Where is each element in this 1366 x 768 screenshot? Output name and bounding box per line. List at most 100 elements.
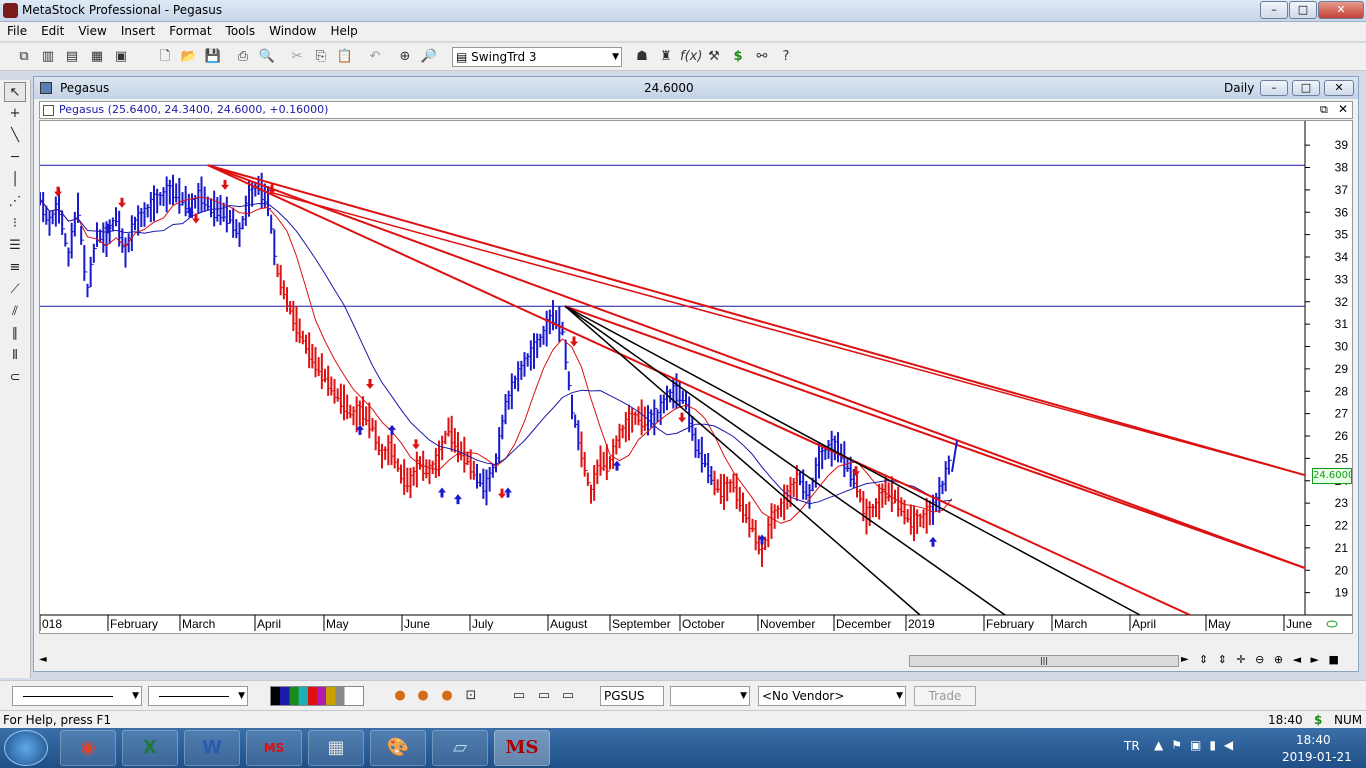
buy-signal-arrow bbox=[388, 424, 396, 435]
circle-icon-1[interactable]: ● bbox=[390, 686, 410, 706]
metastock-icon[interactable]: MS bbox=[494, 730, 550, 766]
horizontal-line-tool-icon[interactable]: ─ bbox=[4, 148, 26, 168]
binoculars-icon[interactable]: ⚯ bbox=[752, 47, 772, 67]
scroll-right-icon[interactable]: ► bbox=[1181, 654, 1189, 665]
gann-tool-icon[interactable]: ⟋ bbox=[4, 280, 26, 300]
indicator-builder-icon[interactable]: f(x) bbox=[680, 47, 702, 67]
scroll-left-icon[interactable]: ◄ bbox=[39, 654, 47, 665]
x-tick-label: June bbox=[404, 617, 430, 631]
menu-file[interactable]: File bbox=[0, 22, 34, 40]
status-dollar: $ bbox=[1314, 713, 1323, 727]
arc-tool-icon[interactable]: ⊂ bbox=[4, 368, 26, 388]
app-icon bbox=[3, 3, 18, 18]
fibonacci-tool-icon[interactable]: ⁝ bbox=[4, 214, 26, 234]
channel-tool-icon[interactable]: ⋰ bbox=[4, 192, 26, 212]
chart-minimize-button[interactable]: – bbox=[1260, 80, 1288, 96]
trendline-tool-icon[interactable]: ╲ bbox=[4, 126, 26, 146]
y-tick-label: 20 bbox=[1335, 563, 1349, 577]
copy-icon[interactable]: ⎘ bbox=[311, 47, 331, 67]
window-icon-1[interactable]: ▭ bbox=[509, 686, 529, 706]
circle-icon-3[interactable]: ● bbox=[437, 686, 457, 706]
system-tester-icon[interactable]: ⚒ bbox=[704, 47, 724, 67]
restore-pane-icon[interactable]: ⧉ bbox=[1320, 103, 1328, 117]
print-preview-icon[interactable]: 🔍 bbox=[257, 47, 277, 67]
calculator-icon[interactable]: ▦ bbox=[308, 730, 364, 766]
tile-vertical-icon[interactable]: ▥ bbox=[38, 47, 58, 67]
chart-close-button[interactable]: ✕ bbox=[1324, 80, 1354, 96]
dollar-icon[interactable]: $ bbox=[728, 47, 748, 67]
parallel-tool-icon[interactable]: ∥ bbox=[4, 324, 26, 344]
menu-tools[interactable]: Tools bbox=[219, 22, 263, 40]
print-icon[interactable]: ⎙ bbox=[233, 47, 253, 67]
cascade-icon[interactable]: ⧉ bbox=[14, 47, 34, 67]
crosshair-tool-icon[interactable]: + bbox=[4, 104, 26, 124]
word-icon[interactable]: W bbox=[184, 730, 240, 766]
exchange-select[interactable]: ▼ bbox=[670, 686, 750, 706]
symbol-input[interactable]: PGSUS bbox=[600, 686, 664, 706]
tile-grid-icon[interactable]: ▦ bbox=[87, 47, 107, 67]
vertical-line-tool-icon[interactable]: │ bbox=[4, 170, 26, 190]
trendline bbox=[564, 305, 921, 616]
template-select[interactable]: ▤ SwingTrd 3 ▼ bbox=[452, 47, 622, 67]
paint-icon[interactable]: 🎨 bbox=[370, 730, 426, 766]
excel-icon[interactable]: X bbox=[122, 730, 178, 766]
chart-plot-area[interactable]: 1920212223242526272829303132333435363738… bbox=[39, 120, 1353, 634]
fan-tool-icon[interactable]: ⫽ bbox=[4, 302, 26, 322]
trendline bbox=[564, 305, 1141, 616]
clock-time[interactable]: 18:40 bbox=[1296, 733, 1331, 747]
chart-maximize-button[interactable]: □ bbox=[1292, 80, 1320, 96]
chrome-icon[interactable]: ◉ bbox=[60, 730, 116, 766]
menu-insert[interactable]: Insert bbox=[114, 22, 162, 40]
menu-help[interactable]: Help bbox=[323, 22, 364, 40]
vendor-select[interactable]: <No Vendor> ▼ bbox=[758, 686, 906, 706]
window-icon-3[interactable]: ▭ bbox=[558, 686, 578, 706]
retracement-tool-icon[interactable]: ≡ bbox=[4, 258, 26, 278]
notes-icon[interactable]: ▱ bbox=[432, 730, 488, 766]
metastock-downloader-icon[interactable]: MS bbox=[246, 730, 302, 766]
y-tick-label: 21 bbox=[1335, 541, 1349, 555]
x-tick-label: November bbox=[760, 617, 815, 631]
save-icon[interactable]: 💾 bbox=[203, 47, 223, 67]
undo-icon[interactable]: ↶ bbox=[365, 47, 385, 67]
paste-icon[interactable]: 📋 bbox=[335, 47, 355, 67]
text-tool-icon[interactable]: ☰ bbox=[4, 236, 26, 256]
menu-view[interactable]: View bbox=[71, 22, 113, 40]
chart-nav-icons[interactable]: ⇕ ⇕ ✛ ⊖ ⊕ ◄ ► ■ bbox=[1199, 653, 1342, 666]
trade-button[interactable]: Trade bbox=[914, 686, 976, 706]
maximize-button[interactable]: □ bbox=[1289, 1, 1317, 19]
clock-date[interactable]: 2019-01-21 bbox=[1282, 750, 1352, 764]
scroll-thumb[interactable]: ||| bbox=[909, 655, 1179, 667]
tile-horizontal-icon[interactable]: ▤ bbox=[62, 47, 82, 67]
main-toolbar: ⧉ ▥ ▤ ▦ ▣ 🗋 📂 💾 ⎙ 🔍 ✂ ⎘ 📋 ↶ ⊕ 🔎 ▤ SwingT… bbox=[0, 43, 1366, 71]
open-folder-icon[interactable]: 📂 bbox=[179, 47, 199, 67]
text-icon[interactable]: ⊡ bbox=[461, 686, 481, 706]
horizontal-scrollbar[interactable]: ◄ ||| ► ⇕ ⇕ ✛ ⊖ ⊕ ◄ ► ■ bbox=[39, 653, 1353, 669]
help-pointer-icon[interactable]: ? bbox=[776, 47, 796, 67]
menu-edit[interactable]: Edit bbox=[34, 22, 71, 40]
color-palette[interactable] bbox=[270, 686, 364, 706]
minimize-button[interactable]: – bbox=[1260, 1, 1288, 19]
sell-signal-arrow bbox=[221, 179, 229, 190]
explorer-icon[interactable]: ♜ bbox=[656, 47, 676, 67]
language-indicator[interactable]: TR bbox=[1124, 739, 1140, 753]
pointer-tool-icon[interactable]: ↖ bbox=[4, 82, 26, 102]
cycle-tool-icon[interactable]: ⦀ bbox=[4, 346, 26, 366]
y-tick-label: 33 bbox=[1335, 272, 1349, 286]
close-button[interactable]: ✕ bbox=[1318, 1, 1364, 19]
zoom-icon[interactable]: 🔎 bbox=[419, 47, 439, 67]
expert-advisor-icon[interactable]: ☗ bbox=[632, 47, 652, 67]
menu-window[interactable]: Window bbox=[262, 22, 323, 40]
start-button[interactable] bbox=[4, 730, 48, 766]
tray-icons[interactable]: ▲⚑▣▮◀ bbox=[1154, 738, 1241, 752]
window-icon-2[interactable]: ▭ bbox=[534, 686, 554, 706]
menu-format[interactable]: Format bbox=[162, 22, 218, 40]
new-file-icon[interactable]: 🗋 bbox=[155, 47, 175, 67]
circle-icon-2[interactable]: ● bbox=[413, 686, 433, 706]
close-pane-icon[interactable]: ✕ bbox=[1338, 102, 1348, 116]
crosshair-icon[interactable]: ⊕ bbox=[395, 47, 415, 67]
layout-icon[interactable]: ▣ bbox=[111, 47, 131, 67]
cut-icon[interactable]: ✂ bbox=[287, 47, 307, 67]
drawing-toolbar: ↖ + ╲ ─ │ ⋰ ⁝ ☰ ≡ ⟋ ⫽ ∥ ⦀ ⊂ bbox=[0, 80, 31, 678]
line-style-select[interactable]: ▼ bbox=[12, 686, 142, 706]
line-weight-select[interactable]: ▼ bbox=[148, 686, 248, 706]
